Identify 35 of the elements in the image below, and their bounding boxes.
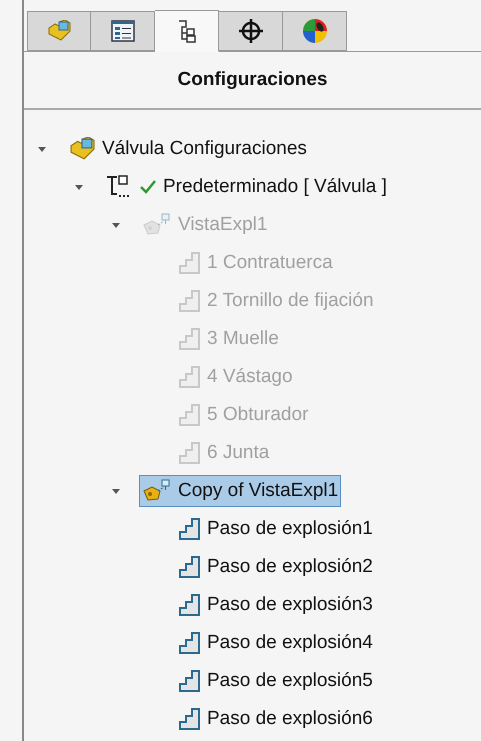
tree-item[interactable]: Paso de explosión5	[176, 665, 376, 697]
tree-item[interactable]: Paso de explosión1	[176, 513, 376, 545]
tree-item[interactable]: Paso de explosión6	[176, 703, 376, 735]
tree-item[interactable]: Válvula Configuraciones	[65, 133, 310, 165]
step-icon	[179, 556, 201, 578]
step-icon	[179, 404, 201, 426]
step-icon	[179, 708, 201, 730]
panel-tab[interactable]	[219, 11, 283, 51]
collapse-arrow-icon[interactable]	[37, 145, 47, 153]
tree-item[interactable]: Paso de explosión3	[176, 589, 376, 621]
collapse-arrow-icon[interactable]	[111, 487, 121, 495]
step-icon	[179, 632, 201, 654]
crosshair-icon	[238, 18, 264, 44]
step-icon	[179, 518, 201, 540]
step-icon	[179, 670, 201, 692]
tree-item[interactable]: Copy of VistaExpl1	[139, 475, 342, 507]
tree-item[interactable]: Predeterminado [ Válvula ]	[102, 171, 390, 203]
part-icon	[47, 20, 71, 42]
step-icon	[179, 366, 201, 388]
color-ball-icon	[302, 18, 328, 44]
tree-item[interactable]: Paso de explosión4	[176, 627, 376, 659]
part-icon	[68, 137, 96, 161]
collapse-arrow-icon[interactable]	[74, 183, 84, 191]
panel-tab[interactable]	[91, 11, 155, 51]
step-icon	[179, 328, 201, 350]
step-icon	[179, 442, 201, 464]
step-icon	[179, 252, 201, 274]
step-icon	[179, 290, 201, 312]
panel-title: Configuraciones	[178, 68, 328, 92]
list-icon	[110, 20, 134, 42]
panel-tab[interactable]	[155, 10, 219, 52]
exploded-view-icon	[142, 213, 172, 237]
exploded-view-icon	[142, 479, 172, 503]
step-icon	[179, 594, 201, 616]
tree-item[interactable]: Paso de explosión2	[176, 551, 376, 583]
